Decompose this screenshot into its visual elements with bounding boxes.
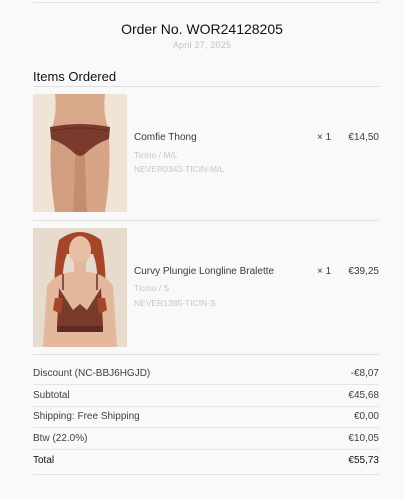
discount-row: Discount (NC-BBJ6HGJD) -€8,07 — [33, 368, 379, 388]
tax-value: €10,05 — [348, 433, 379, 444]
shipping-row: Shipping: Free Shipping €0,00 — [33, 411, 379, 431]
total-label: Total — [33, 455, 55, 466]
bottom-divider — [33, 474, 379, 475]
item-variant: Ticino / M/L — [134, 150, 178, 160]
item-divider — [33, 220, 379, 221]
item-name: Comfie Thong — [134, 132, 197, 143]
item-sku: NEVER1385-TICIN-S — [134, 298, 216, 308]
summary-divider — [33, 406, 379, 407]
order-title: Order No. WOR24128205 — [121, 21, 283, 37]
top-divider — [33, 2, 379, 3]
item-price: €39,25 — [348, 266, 379, 277]
total-row: Total €55,73 — [33, 455, 379, 475]
subtotal-label: Subtotal — [33, 390, 70, 401]
item-variant: Ticino / S — [134, 283, 170, 293]
summary-divider — [33, 427, 379, 428]
discount-value: -€8,07 — [350, 368, 379, 379]
total-value: €55,73 — [348, 455, 379, 466]
thong-product-photo-icon — [33, 94, 127, 212]
item-sku: NEVER0343-TICIN-M/L — [134, 164, 225, 174]
section-divider — [33, 86, 379, 87]
item-divider — [33, 354, 379, 355]
items-ordered-heading: Items Ordered — [33, 69, 117, 84]
item-quantity: × 1 — [317, 266, 332, 277]
summary-divider — [33, 384, 379, 385]
summary-divider — [33, 449, 379, 450]
bralette-product-photo-icon — [33, 228, 127, 347]
item-name: Curvy Plungie Longline Bralette — [134, 266, 275, 277]
order-date: April 27, 2025 — [172, 40, 232, 50]
order-item: Curvy Plungie Longline Bralette Ticino /… — [33, 228, 379, 348]
subtotal-value: €45,68 — [348, 390, 379, 401]
tax-row: Btw (22.0%) €10,05 — [33, 433, 379, 453]
item-quantity: × 1 — [317, 132, 332, 143]
shipping-label: Shipping: Free Shipping — [33, 411, 140, 422]
item-price: €14,50 — [348, 132, 379, 143]
discount-label: Discount (NC-BBJ6HGJD) — [33, 368, 151, 379]
subtotal-row: Subtotal €45,68 — [33, 390, 379, 410]
tax-label: Btw (22.0%) — [33, 433, 88, 444]
order-item: Comfie Thong Ticino / M/L NEVER0343-TICI… — [33, 94, 379, 214]
shipping-value: €0,00 — [353, 411, 379, 422]
